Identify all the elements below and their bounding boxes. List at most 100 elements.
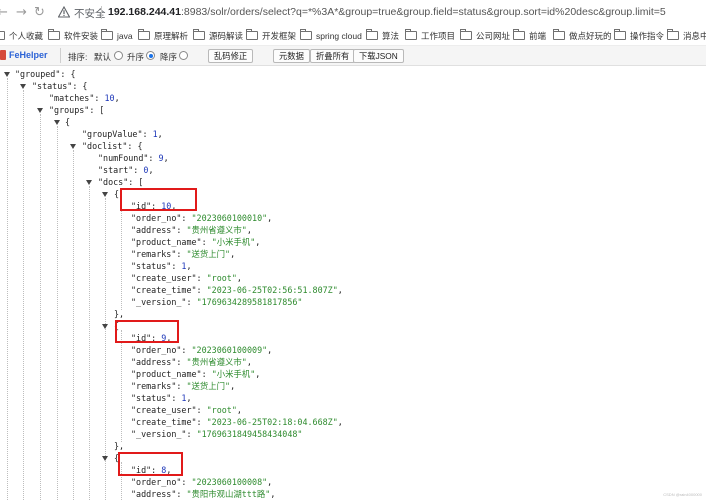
fehelper-logo[interactable]: FeHelper bbox=[0, 50, 48, 60]
bookmark-item[interactable]: 源码解读 bbox=[193, 29, 243, 42]
bookmark-item[interactable]: 开发框架 bbox=[246, 29, 296, 42]
indent-guide bbox=[7, 78, 8, 500]
sort-label: 排序: bbox=[68, 52, 88, 62]
folder-icon bbox=[614, 29, 626, 40]
reload-icon[interactable]: ↻ bbox=[34, 5, 45, 21]
json-line: "status": { bbox=[32, 81, 88, 91]
bookmark-label: 原理解析 bbox=[154, 30, 189, 41]
bookmark-item[interactable]: 软件安装 bbox=[48, 29, 98, 42]
indent-guide bbox=[23, 90, 24, 500]
brand-label: FeHelper bbox=[9, 50, 48, 60]
folder-icon bbox=[405, 29, 417, 40]
folder-icon bbox=[300, 29, 312, 40]
json-line: "order_no": "2023060100009", bbox=[131, 345, 273, 355]
json-line: "create_user": "root", bbox=[131, 405, 242, 415]
json-line: { bbox=[65, 117, 71, 127]
indent-guide bbox=[89, 186, 90, 500]
json-line: "create_user": "root", bbox=[131, 273, 242, 283]
json-line: "_version_": "1769631849458434048" bbox=[131, 429, 303, 439]
json-line: "_version_": "1769634289581817856" bbox=[131, 297, 303, 307]
json-line: }, bbox=[114, 441, 125, 451]
bookmark-label: java bbox=[117, 30, 133, 41]
json-line: "order_no": "2023060100008", bbox=[131, 477, 273, 487]
bookmark-item[interactable]: 个人收藏 bbox=[0, 29, 43, 42]
bookmark-item[interactable]: 原理解析 bbox=[138, 29, 188, 42]
bookmark-label: 工作项目 bbox=[421, 30, 456, 41]
folder-icon bbox=[101, 29, 113, 40]
json-line: "doclist": { bbox=[82, 141, 143, 151]
url-path: :8983/solr/orders/select?q=*%3A*&group=t… bbox=[181, 6, 666, 18]
indent-guide bbox=[121, 330, 122, 442]
toolbar-divider bbox=[60, 48, 61, 63]
folder-icon bbox=[0, 31, 5, 40]
json-line: { bbox=[114, 189, 120, 199]
collapse-arrow-icon[interactable] bbox=[70, 144, 76, 149]
collapse-arrow-icon[interactable] bbox=[86, 180, 92, 185]
bookmark-label: 前端 bbox=[529, 30, 547, 41]
sort-asc-radio[interactable] bbox=[146, 51, 155, 60]
watermark: CSDN @rain4000000 bbox=[663, 492, 702, 497]
bookmark-item[interactable]: 前端 bbox=[513, 29, 546, 42]
json-line: "address": "贵州省遵义市", bbox=[131, 357, 252, 367]
json-line: "remarks": "送货上门", bbox=[131, 249, 236, 259]
indent-guide bbox=[105, 198, 106, 500]
bookmark-item[interactable]: 公司网址 bbox=[460, 29, 510, 42]
json-line: "status": 1, bbox=[131, 261, 192, 271]
bookmark-label: spring cloud bbox=[316, 30, 362, 41]
json-line: "groups": [ bbox=[49, 105, 105, 115]
collapse-arrow-icon[interactable] bbox=[102, 324, 108, 329]
json-line: "product_name": "小米手机", bbox=[131, 237, 261, 247]
json-line: "groupValue": 1, bbox=[82, 129, 163, 139]
bookmark-label: 开发框架 bbox=[262, 30, 297, 41]
indent-guide bbox=[73, 150, 74, 500]
json-line: "numFound": 9, bbox=[98, 153, 169, 163]
sort-desc-label: 降序 bbox=[160, 52, 178, 62]
folder-icon bbox=[553, 29, 565, 40]
folder-icon bbox=[138, 29, 150, 40]
bookmark-item[interactable]: java bbox=[101, 29, 133, 42]
folder-icon bbox=[246, 29, 258, 40]
bookmark-item[interactable]: 消息中间 bbox=[667, 29, 706, 42]
collapse-arrow-icon[interactable] bbox=[102, 456, 108, 461]
collapse-arrow-icon[interactable] bbox=[37, 108, 43, 113]
address-bar: ← → ↻ 不安全 192.168.244.41:8983/solr/order… bbox=[0, 0, 706, 28]
folder-icon bbox=[667, 29, 679, 40]
id-highlight-box bbox=[115, 320, 179, 343]
bookmark-item[interactable]: 做点好玩的 bbox=[553, 29, 612, 42]
bookmark-label: 个人收藏 bbox=[9, 30, 44, 41]
bookmark-label: 算法 bbox=[382, 30, 400, 41]
collapse-arrow-icon[interactable] bbox=[102, 192, 108, 197]
download-json-button[interactable]: 下载JSON bbox=[353, 49, 404, 63]
json-line: "order_no": "2023060100010", bbox=[131, 213, 273, 223]
sort-desc-radio[interactable] bbox=[179, 51, 188, 60]
indent-guide bbox=[40, 114, 41, 500]
collapse-arrow-icon[interactable] bbox=[4, 72, 10, 77]
fehelper-toolbar: FeHelper 排序: 默认 升序 降序 乱码修正 元数据 折叠所有 下载JS… bbox=[0, 46, 706, 66]
id-highlight-box bbox=[120, 188, 197, 211]
json-viewer: "grouped": { "status": { "matches": 10, … bbox=[0, 66, 706, 500]
bookmark-item[interactable]: 工作项目 bbox=[405, 29, 455, 42]
fix-encoding-button[interactable]: 乱码修正 bbox=[208, 49, 254, 63]
bookmark-item[interactable]: spring cloud bbox=[300, 29, 362, 42]
back-arrow-icon[interactable]: ← bbox=[0, 5, 8, 21]
folder-icon bbox=[460, 29, 472, 40]
bookmark-label: 做点好玩的 bbox=[569, 30, 612, 41]
fold-all-button[interactable]: 折叠所有 bbox=[310, 49, 356, 63]
folder-icon bbox=[193, 29, 205, 40]
collapse-arrow-icon[interactable] bbox=[54, 120, 60, 125]
json-line: "remarks": "送货上门", bbox=[131, 381, 236, 391]
bookmark-label: 消息中间 bbox=[683, 30, 706, 41]
raw-data-button[interactable]: 元数据 bbox=[273, 49, 310, 63]
sort-default-label: 默认 bbox=[94, 52, 112, 62]
warning-icon[interactable] bbox=[58, 6, 70, 18]
collapse-arrow-icon[interactable] bbox=[20, 84, 26, 89]
folder-icon bbox=[48, 29, 60, 40]
bookmark-item[interactable]: 算法 bbox=[366, 29, 399, 42]
url-field[interactable]: 192.168.244.41:8983/solr/orders/select?q… bbox=[108, 6, 666, 18]
json-line: "start": 0, bbox=[98, 165, 154, 175]
json-line: "address": "贵州省遵义市", bbox=[131, 225, 252, 235]
sort-default-radio[interactable] bbox=[114, 51, 123, 60]
json-line: "status": 1, bbox=[131, 393, 192, 403]
bookmark-item[interactable]: 操作指令 bbox=[614, 29, 664, 42]
forward-arrow-icon[interactable]: → bbox=[16, 5, 27, 21]
